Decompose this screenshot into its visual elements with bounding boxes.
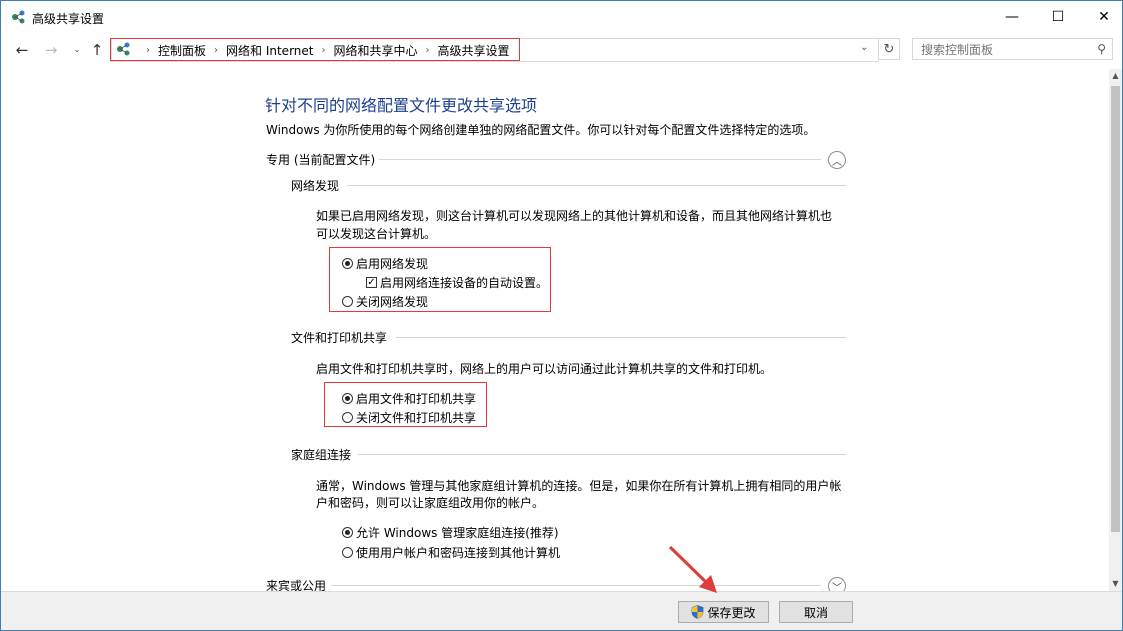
scroll-down-icon: ▼ (1112, 579, 1119, 588)
navigation-bar: ← → ⌄ ↑ › 控制面板 › 网络和 Internet › 网络和共享中心 … (1, 33, 1122, 69)
allow-windows-homegroup-label[interactable]: 允许 Windows 管理家庭组连接(推荐) (356, 524, 559, 541)
search-box[interactable]: ⚲ (912, 38, 1113, 60)
search-input[interactable] (919, 41, 1088, 59)
breadcrumb-network-internet[interactable]: 网络和 Internet (226, 42, 313, 59)
breadcrumb-control-panel[interactable]: 控制面板 (158, 42, 206, 59)
radio-unselected-icon[interactable] (342, 296, 353, 307)
use-user-account-radio[interactable]: 使用用户帐户和密码连接到其他计算机 (342, 544, 560, 561)
enable-file-sharing-radio[interactable]: 启用文件和打印机共享 (342, 390, 476, 407)
footer-bar: 保存更改 取消 (1, 591, 1122, 630)
homegroup-title: 家庭组连接 (291, 448, 352, 462)
search-icon[interactable]: ⚲ (1097, 42, 1106, 56)
radio-unselected-icon[interactable] (342, 412, 353, 423)
chevron-down-icon: ﹀ (832, 582, 842, 592)
scroll-up-button[interactable]: ▲ (1109, 69, 1122, 83)
maximize-button[interactable]: ☐ (1035, 1, 1081, 33)
forward-button[interactable]: → (41, 41, 61, 59)
up-button[interactable]: ↑ (87, 41, 107, 59)
file-printer-sharing-title: 文件和打印机共享 (291, 331, 388, 345)
section-divider (347, 185, 846, 186)
main-content: 针对不同的网络配置文件更改共享选项 Windows 为你所使用的每个网络创建单独… (1, 69, 1109, 591)
cancel-button[interactable]: 取消 (779, 601, 853, 623)
breadcrumb-separator-icon[interactable]: › (146, 45, 150, 56)
checkbox-checked-icon[interactable]: ✓ (366, 277, 377, 288)
scroll-thumb[interactable] (1111, 86, 1120, 532)
save-changes-button[interactable]: 保存更改 (678, 601, 769, 623)
refresh-icon: ↻ (883, 41, 895, 57)
radio-unselected-icon[interactable] (342, 547, 353, 558)
window-title: 高级共享设置 (32, 12, 105, 26)
recent-locations-button[interactable]: ⌄ (67, 41, 87, 59)
radio-selected-icon[interactable] (342, 393, 353, 404)
page-title: 针对不同的网络配置文件更改共享选项 (265, 96, 538, 115)
scroll-up-icon: ▲ (1112, 71, 1119, 80)
maximize-icon: ☐ (1051, 9, 1065, 25)
use-user-account-label[interactable]: 使用用户帐户和密码连接到其他计算机 (356, 544, 560, 561)
breadcrumb-separator-icon[interactable]: › (321, 45, 325, 56)
guest-public-profile-title[interactable]: 来宾或公用 (266, 577, 326, 591)
forward-arrow-icon: → (44, 41, 58, 59)
scroll-down-button[interactable]: ▼ (1109, 577, 1122, 591)
section-divider (358, 454, 846, 455)
expand-guest-button[interactable]: ﹀ (828, 577, 846, 591)
disable-network-discovery-radio[interactable]: 关闭网络发现 (342, 293, 428, 310)
back-button[interactable]: ← (12, 41, 32, 59)
collapse-private-button[interactable]: ︿ (828, 151, 846, 169)
enable-network-discovery-radio[interactable]: 启用网络发现 (342, 255, 428, 272)
disable-file-sharing-label[interactable]: 关闭文件和打印机共享 (356, 409, 476, 426)
network-icon (117, 42, 130, 56)
save-changes-label: 保存更改 (707, 605, 756, 620)
refresh-button[interactable]: ↻ (878, 38, 900, 60)
close-button[interactable]: ✕ (1081, 1, 1122, 33)
homegroup-desc-1: 通常，Windows 管理与其他家庭组计算机的连接。但是，如果你在所有计算机上拥… (316, 479, 842, 493)
cancel-label: 取消 (803, 605, 828, 620)
minimize-button[interactable]: — (989, 1, 1035, 33)
minimize-icon: — (1005, 9, 1019, 25)
disable-network-discovery-label[interactable]: 关闭网络发现 (356, 293, 428, 310)
file-printer-sharing-desc: 启用文件和打印机共享时，网络上的用户可以访问通过此计算机共享的文件和打印机。 (316, 362, 773, 376)
allow-windows-homegroup-radio[interactable]: 允许 Windows 管理家庭组连接(推荐) (342, 524, 559, 541)
breadcrumb-advanced-sharing[interactable]: 高级共享设置 (438, 42, 510, 59)
network-discovery-desc-2: 可以发现这台计算机。 (316, 227, 437, 241)
chevron-down-icon: ⌄ (73, 45, 81, 55)
advanced-sharing-window: 高级共享设置 — ☐ ✕ ← → ⌄ ↑ › 控制面板 › 网络和 Intern… (0, 0, 1123, 631)
disable-file-sharing-radio[interactable]: 关闭文件和打印机共享 (342, 409, 476, 426)
enable-file-sharing-label[interactable]: 启用文件和打印机共享 (356, 390, 476, 407)
up-arrow-icon: ↑ (90, 41, 104, 59)
radio-selected-icon[interactable] (342, 527, 353, 538)
section-divider (331, 585, 821, 586)
vertical-scrollbar[interactable]: ▲ ▼ (1109, 69, 1122, 591)
breadcrumb-separator-icon[interactable]: › (214, 45, 218, 56)
breadcrumb-separator-icon[interactable]: › (426, 45, 430, 56)
back-arrow-icon: ← (15, 41, 29, 59)
auto-setup-label[interactable]: 启用网络连接设备的自动设置。 (380, 274, 548, 291)
section-divider (396, 337, 846, 338)
auto-setup-checkbox[interactable]: ✓ 启用网络连接设备的自动设置。 (366, 274, 548, 291)
address-bar[interactable]: › 控制面板 › 网络和 Internet › 网络和共享中心 › 高级共享设置… (111, 38, 879, 62)
network-discovery-title: 网络发现 (291, 179, 340, 193)
shield-icon (692, 605, 704, 619)
close-icon: ✕ (1098, 9, 1110, 25)
breadcrumb: › 控制面板 › 网络和 Internet › 网络和共享中心 › 高级共享设置 (138, 42, 510, 58)
network-icon (12, 10, 25, 24)
page-description: Windows 为你所使用的每个网络创建单独的网络配置文件。你可以针对每个配置文… (266, 123, 816, 137)
chevron-up-icon: ︿ (832, 156, 842, 168)
enable-network-discovery-label[interactable]: 启用网络发现 (356, 255, 428, 272)
address-dropdown-icon[interactable]: ⌄ (860, 42, 868, 53)
title-bar: 高级共享设置 — ☐ ✕ (1, 1, 1122, 33)
section-divider (379, 159, 821, 160)
homegroup-desc-2: 户和密码，则可以让家庭组改用你的帐户。 (316, 496, 545, 510)
network-discovery-desc-1: 如果已启用网络发现，则这台计算机可以发现网络上的其他计算机和设备，而且其他网络计… (316, 209, 833, 223)
private-profile-title[interactable]: 专用 (当前配置文件) (266, 151, 375, 168)
radio-selected-icon[interactable] (342, 258, 353, 269)
breadcrumb-network-sharing-center[interactable]: 网络和共享中心 (333, 42, 417, 59)
